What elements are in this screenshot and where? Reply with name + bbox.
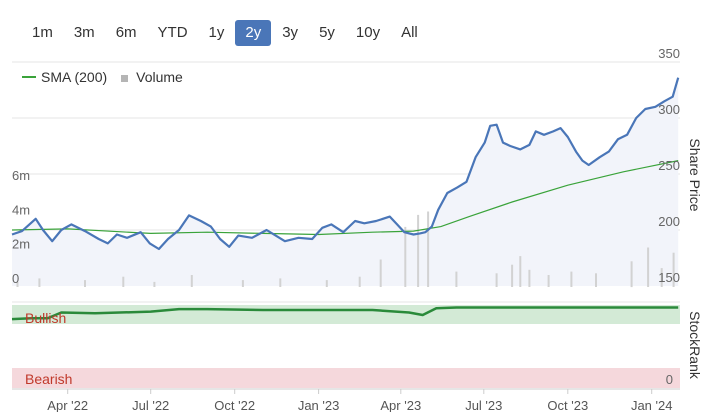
volume-axis-tick: 4m <box>12 202 30 217</box>
x-axis-tick-label: Jul '22 <box>132 398 169 412</box>
volume-bar <box>630 261 633 288</box>
volume-bar <box>358 276 361 287</box>
x-axis: Apr '22 Jul '22 Oct '22 Jan '23 Apr '23 Jul '… <box>47 389 672 412</box>
volume-bar <box>279 278 282 287</box>
volume-axis-tick: 6m <box>12 168 30 183</box>
volume-bar <box>595 273 597 287</box>
volume-bar <box>325 280 328 287</box>
price-axis-tick: 150 <box>658 270 680 285</box>
price-axis-tick: 200 <box>658 214 680 229</box>
stockrank-axis-tick: 0 <box>666 372 673 387</box>
price-axis-tick: 350 <box>658 46 680 61</box>
x-axis-tick-label: Apr '22 <box>47 398 88 412</box>
volume-axis-tick: 2m <box>12 237 30 252</box>
volume-bar <box>241 280 244 287</box>
x-axis-tick-label: Apr '23 <box>380 398 421 412</box>
price-axis-tick: 250 <box>658 158 680 173</box>
bearish-band <box>12 368 680 388</box>
volume-bar <box>84 280 86 287</box>
volume-bar <box>427 211 430 287</box>
price-area-fill <box>12 77 679 286</box>
stockrank-axis-title: StockRank <box>687 311 703 380</box>
x-axis-tick-label: Jan '23 <box>298 398 340 412</box>
stock-chart: 150 200 250 300 350 0 2m 4m 6m Share Price Bull… <box>11 46 703 412</box>
volume-bar <box>417 214 420 287</box>
volume-bar <box>153 281 156 287</box>
bullish-label: Bullish <box>25 310 66 326</box>
volume-bar <box>122 276 125 287</box>
volume-bar <box>379 259 382 287</box>
price-axis-tick: 300 <box>658 102 680 117</box>
volume-bar <box>519 256 522 287</box>
volume-bar <box>570 271 573 287</box>
volume-bar <box>455 271 458 287</box>
bearish-label: Bearish <box>25 371 72 387</box>
volume-bar <box>404 226 407 287</box>
x-axis-tick-label: Jan '24 <box>631 398 673 412</box>
x-axis-tick-label: Oct '23 <box>547 398 588 412</box>
x-axis-tick-label: Jul '23 <box>465 398 502 412</box>
volume-axis-tick: 0 <box>12 271 19 286</box>
volume-bar <box>190 275 193 287</box>
price-axis-title: Share Price <box>687 138 703 211</box>
volume-bar <box>511 264 514 287</box>
volume-bar <box>528 269 531 287</box>
x-axis-tick-label: Oct '22 <box>214 398 255 412</box>
volume-bar <box>647 247 650 287</box>
volume-bar <box>547 275 550 287</box>
volume-bar <box>495 273 498 287</box>
volume-bar <box>38 278 41 287</box>
